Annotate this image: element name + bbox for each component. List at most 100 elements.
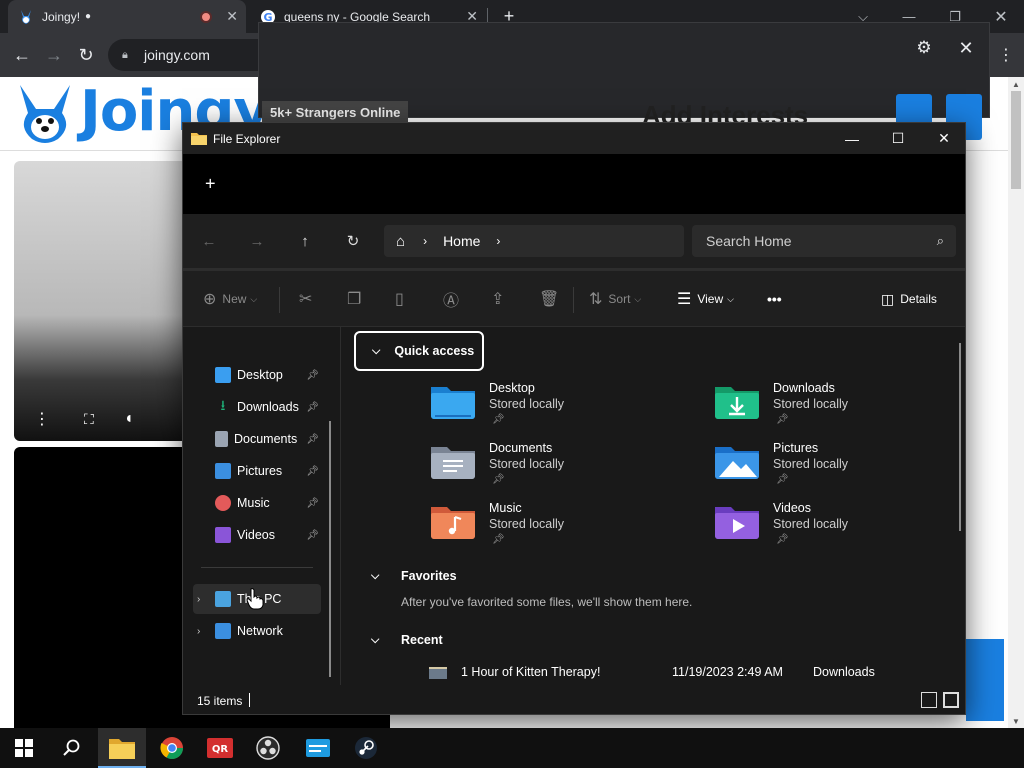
chevron-right-icon[interactable]: › [197,626,200,637]
sidebar-item-network[interactable]: › Network [193,616,321,646]
large-icons-view-icon[interactable] [943,692,959,708]
folder-name: Documents [489,441,553,455]
quick-access-header[interactable]: ⌵ Quick access [354,331,484,371]
copy-icon: ❐ [347,291,362,308]
sidebar-item-videos[interactable]: Videos 📌︎ [193,520,321,550]
audio-icon[interactable]: ◖ [124,410,134,428]
recent-file-row[interactable]: 1 Hour of Kitten Therapy! 11/19/2023 2:4… [341,661,965,685]
folder-tile-downloads[interactable]: Downloads Stored locally 📌︎ [715,381,955,437]
chevron-right-icon[interactable]: › [197,594,200,605]
chevron-down-icon: ⌵ [634,293,642,304]
joingy-logo-icon[interactable] [16,83,74,145]
page-scrollbar[interactable]: ▲ ▼ [1008,77,1024,728]
share-button[interactable]: ⇪ [491,287,510,311]
rename-button[interactable]: Ⓐ [443,287,465,311]
more-options-button[interactable]: ••• [767,287,782,311]
sidebar-item-downloads[interactable]: ⭳ Downloads 📌︎ [193,392,321,422]
trash-icon: 🗑︎ [539,291,560,308]
refresh-icon[interactable]: ↻ [339,227,367,255]
pin-icon: 📌︎ [492,474,505,485]
pictures-folder-icon [715,447,759,479]
content-scrollbar[interactable] [959,343,961,531]
scroll-down-icon[interactable]: ▼ [1008,714,1024,728]
new-button[interactable]: ⊕ New ⌵ [203,287,257,311]
favorites-label: Favorites [401,569,457,583]
cut-button[interactable]: ✂ [299,287,318,311]
windows-taskbar: QR [0,728,1024,768]
taskbar-file-explorer[interactable] [98,728,146,768]
taskbar-obs[interactable] [244,728,292,768]
favorites-empty-message: After you've favorited some files, we'll… [401,595,693,609]
details-button[interactable]: ◫ Details [881,287,937,311]
folder-tile-music[interactable]: Music Stored locally 📌︎ [431,501,671,557]
svg-text:QR: QR [212,744,229,755]
video-thumbnail-icon [429,667,447,679]
sidebar-item-pictures[interactable]: Pictures 📌︎ [193,456,321,486]
new-tab-icon[interactable]: + [205,174,216,195]
sidebar-item-desktop[interactable]: Desktop 📌︎ [193,360,321,390]
back-arrow-icon[interactable]: ← [10,43,34,67]
favorites-header[interactable]: ⌵ Favorites [371,569,457,583]
folder-name: Desktop [489,381,535,395]
gear-icon[interactable]: ⚙ [913,37,935,59]
chevron-down-icon: ⌵ [372,344,381,357]
paste-button[interactable]: ▯ [395,287,410,311]
pin-icon[interactable]: 📌︎ [306,402,319,413]
explorer-title-bar[interactable]: File Explorer — ☐ ✕ [183,123,965,154]
pin-icon[interactable]: 📌︎ [306,530,319,541]
reload-icon[interactable]: ↻ [74,43,98,67]
sort-button[interactable]: ⇅ Sort ⌵ [589,287,641,311]
view-button[interactable]: ☰ View ⌵ [677,287,734,311]
more-options-icon[interactable]: ⋮ [34,409,50,429]
pin-icon[interactable]: 📌︎ [306,498,319,509]
forward-arrow-icon[interactable]: → [243,227,271,255]
search-button[interactable] [48,728,96,768]
close-tab-icon[interactable]: ✕ [226,8,238,25]
copy-button[interactable]: ❐ [347,287,367,311]
up-arrow-icon[interactable]: ↑ [291,227,319,255]
scroll-up-icon[interactable]: ▲ [1008,77,1024,91]
close-icon[interactable]: ✕ [955,37,977,59]
back-arrow-icon[interactable]: ← [195,227,223,255]
minimize-icon[interactable]: — [829,123,875,154]
taskbar-app[interactable] [294,728,342,768]
pin-icon[interactable]: 📌︎ [306,434,319,445]
folder-tile-videos[interactable]: Videos Stored locally 📌︎ [715,501,955,557]
address-breadcrumb[interactable]: ⌂ › Home › [384,225,684,257]
chevron-down-icon: ⌵ [250,293,258,304]
breadcrumb-home[interactable]: Home [443,233,480,249]
folder-tile-pictures[interactable]: Pictures Stored locally 📌︎ [715,441,955,497]
chevron-right-icon[interactable]: › [496,234,500,248]
scroll-thumb[interactable] [1011,91,1021,189]
taskbar-chrome[interactable] [148,728,196,768]
maximize-icon[interactable]: ☐ [875,123,921,154]
chrome-icon [160,737,183,759]
close-window-icon[interactable]: ✕ [921,123,965,154]
chrome-menu-icon[interactable]: ⋮ [994,43,1018,67]
pin-icon[interactable]: 📌︎ [306,370,319,381]
taskbar-steam[interactable] [342,728,390,768]
chevron-down-icon: ⌵ [371,569,380,582]
chat-start-button[interactable] [966,639,1004,721]
view-list-icon: ☰ [677,291,692,308]
sidebar-item-label: Music [237,496,270,510]
fullscreen-icon[interactable]: ⛶ [84,411,94,428]
tab-joingy[interactable]: Joingy! ● ✕ [8,0,246,33]
taskbar-recorder[interactable]: QR [196,728,244,768]
chevron-right-icon[interactable]: › [423,234,427,248]
recent-header[interactable]: ⌵ Recent [371,633,443,647]
sidebar-item-documents[interactable]: Documents 📌︎ [193,424,321,454]
search-input[interactable]: Search Home ⌕ [692,225,956,257]
chat-bubble-icon: ● [85,11,92,22]
start-button[interactable] [0,728,48,768]
sidebar-scrollbar[interactable] [329,421,331,677]
folder-tile-desktop[interactable]: Desktop Stored locally 📌︎ [431,381,671,437]
delete-button[interactable]: 🗑︎ [539,287,565,311]
sidebar-item-music[interactable]: Music 📌︎ [193,488,321,518]
folder-tile-documents[interactable]: Documents Stored locally 📌︎ [431,441,671,497]
details-view-icon[interactable] [921,692,937,708]
forward-arrow-icon[interactable]: → [42,43,66,67]
folder-icon [191,133,207,145]
home-icon[interactable]: ⌂ [396,233,405,250]
pin-icon[interactable]: 📌︎ [306,466,319,477]
